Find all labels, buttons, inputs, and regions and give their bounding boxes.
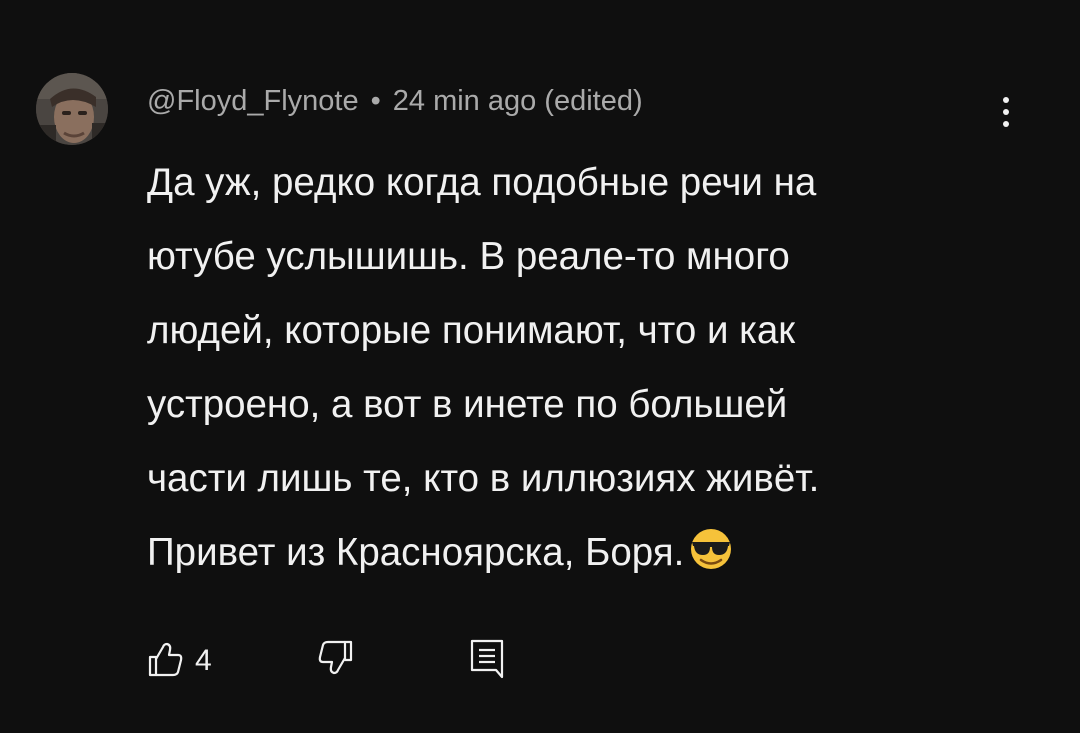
like-button[interactable]: 4 xyxy=(145,636,212,686)
meta-separator: • xyxy=(370,84,381,117)
comment-line: части лишь те, кто в иллюзиях живёт. xyxy=(147,457,820,500)
sunglasses-emoji-icon xyxy=(686,522,736,596)
comment-line: людей, которые понимают, что и как xyxy=(147,309,796,352)
like-count: 4 xyxy=(195,644,212,677)
reply-button[interactable] xyxy=(467,636,507,686)
more-options-button[interactable] xyxy=(986,87,1026,137)
thumb-down-icon xyxy=(311,639,355,684)
comment-body: Да уж, редко когда подобные речи на ютуб… xyxy=(147,146,1007,590)
comment-header: @Floyd_Flynote • 24 min ago (edited) xyxy=(147,81,643,121)
more-vert-icon xyxy=(1003,109,1009,115)
comment-line: устроено, а вот в инете по большей xyxy=(147,383,788,426)
comment-thread: @Floyd_Flynote • 24 min ago (edited) Да … xyxy=(0,0,1080,733)
more-vert-icon xyxy=(1003,121,1009,127)
avatar[interactable] xyxy=(36,73,108,145)
comment-last-line: Привет из Красноярска, Боря. xyxy=(147,516,1007,590)
comment-line: Да уж, редко когда подобные речи на xyxy=(147,161,817,204)
comment-timestamp: 24 min ago (edited) xyxy=(392,84,643,117)
reply-comment-icon xyxy=(467,637,507,686)
dislike-button[interactable] xyxy=(311,636,355,686)
author-handle[interactable]: @Floyd_Flynote xyxy=(147,85,359,118)
thumb-up-icon xyxy=(145,639,185,684)
avatar-image xyxy=(36,73,108,145)
comment-actions: 4 xyxy=(145,636,545,686)
comment-line: ютубе услышишь. В реале-то много xyxy=(147,235,790,278)
more-vert-icon xyxy=(1003,97,1009,103)
comment-line: Привет из Красноярска, Боря. xyxy=(147,531,685,574)
